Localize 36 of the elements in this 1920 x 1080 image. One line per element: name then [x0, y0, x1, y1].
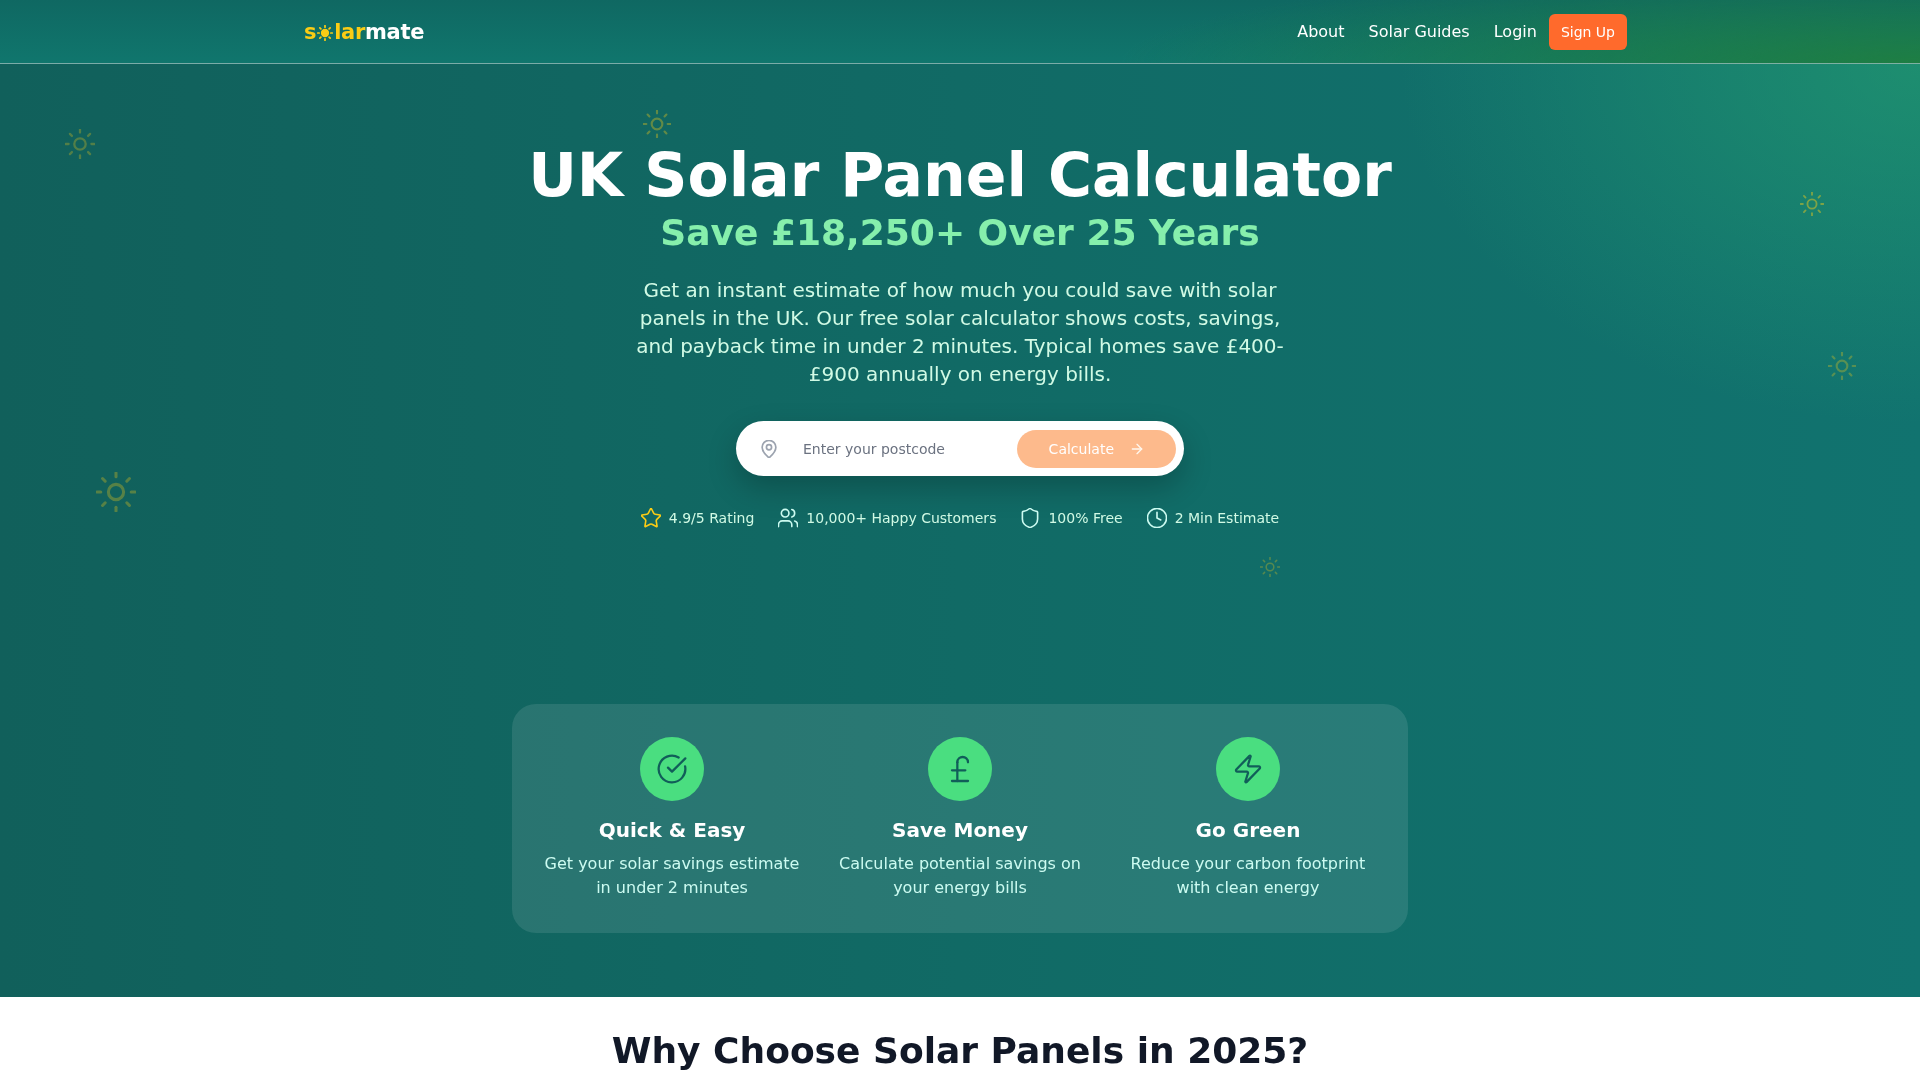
- sun-icon: [317, 24, 334, 41]
- badge-text: 10,000+ Happy Customers: [806, 509, 997, 528]
- map-pin-icon: [760, 439, 778, 458]
- check-circle-icon: [640, 737, 704, 801]
- nav-link[interactable]: Solar Guides: [1368, 19, 1470, 44]
- arrow-right-icon: [1130, 441, 1144, 456]
- sun-icon: [1800, 192, 1824, 216]
- sun-icon: [65, 129, 95, 159]
- feature-text: Calculate potential savings on your energy bills: [838, 853, 1082, 899]
- pound-icon: [928, 737, 992, 801]
- feature-title: Go Green: [1195, 817, 1301, 844]
- section-heading: Why Choose Solar Panels in 2025?: [610, 1031, 1310, 1071]
- feature-text: Reduce your carbon footprint with clean energy: [1129, 853, 1367, 899]
- nav-link[interactable]: Login: [1493, 19, 1537, 44]
- subtitle: Save £18,250+ Over 25 Years: [660, 213, 1260, 253]
- feature-title: Quick & Easy: [598, 817, 746, 844]
- shield-icon: [1020, 508, 1041, 528]
- feature-text: Get your solar savings estimate in under 2 minutes: [543, 853, 801, 899]
- clock-icon: [1146, 508, 1167, 528]
- sun-icon: [1828, 352, 1856, 380]
- star-icon: [640, 508, 661, 528]
- badge-text: 4.9/5 Rating: [668, 509, 755, 528]
- sun-icon: [643, 110, 671, 138]
- page-title: UK Solar Panel Calculator: [528, 142, 1392, 208]
- nav-link[interactable]: About: [1297, 19, 1345, 44]
- sign-up-button[interactable]: Sign Up: [1548, 13, 1627, 50]
- badge-text: 2 Min Estimate: [1174, 509, 1280, 528]
- logo-link[interactable]: s larmate: [304, 18, 425, 45]
- badge-text: 100% Free: [1048, 509, 1123, 528]
- lightning-icon: [1216, 737, 1280, 801]
- postcode-input[interactable]: Enter your postcode: [803, 429, 1005, 468]
- people-icon: [778, 508, 799, 528]
- sun-icon: [1260, 557, 1280, 577]
- feature-title: Save Money: [892, 817, 1028, 844]
- sun-icon: [96, 472, 136, 512]
- intro-text: Get an instant estimate of how much you could save with solar panels in the UK. Our free solar calculator shows costs, savings, and payback time in under 2 minutes. Typical homes save £400-£900 annually on energy bills.: [635, 277, 1285, 388]
